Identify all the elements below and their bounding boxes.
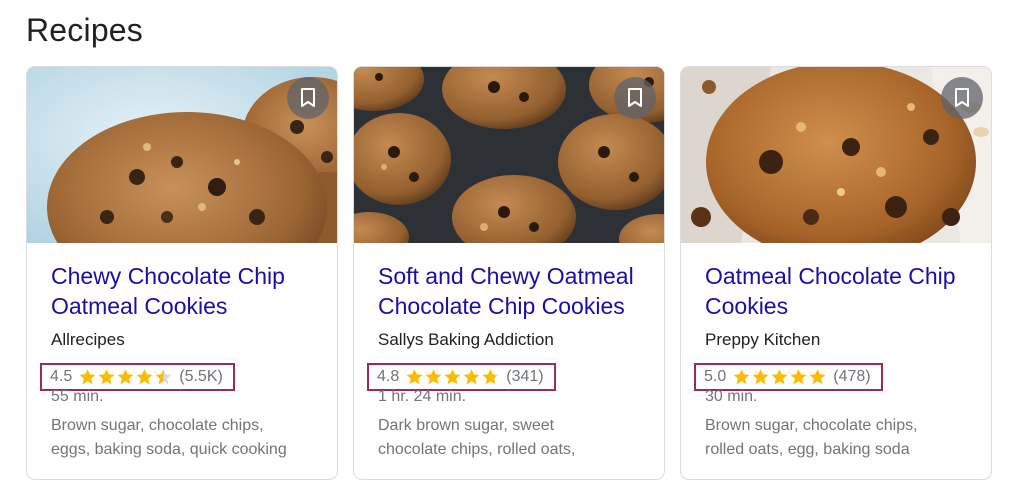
bookmark-icon — [301, 88, 315, 107]
star-icon — [752, 369, 769, 385]
ingredients-line: rolled oats, egg, baking soda — [705, 441, 910, 458]
recipe-title-line: Chewy Chocolate Chip — [51, 263, 285, 289]
recipe-cards: Chewy Chocolate Chip Oatmeal Cookies All… — [26, 66, 996, 480]
recipe-title-line: Soft and Chewy Oatmeal — [378, 263, 634, 289]
star-rating — [78, 368, 173, 386]
recipe-image[interactable] — [681, 67, 991, 243]
recipe-title-line: Oatmeal Cookies — [51, 293, 228, 319]
review-count: (478) — [833, 368, 871, 385]
ingredients: Brown sugar, chocolate chips, eggs, baki… — [51, 414, 321, 462]
recipe-card[interactable]: Soft and Chewy Oatmeal Chocolate Chip Co… — [353, 66, 665, 480]
star-rating — [405, 368, 500, 386]
star-icon — [733, 369, 750, 385]
star-icon — [771, 369, 788, 385]
rating-value: 5.0 — [704, 368, 727, 385]
recipe-title-link[interactable]: Oatmeal Chocolate Chip Cookies — [705, 261, 979, 321]
ingredients: Dark brown sugar, sweet chocolate chips,… — [378, 414, 648, 462]
star-icon — [406, 369, 423, 385]
rating-value: 4.5 — [50, 368, 73, 385]
rating-row: 4.8 (341) — [367, 363, 556, 391]
recipe-image[interactable] — [27, 67, 337, 243]
bookmark-button[interactable] — [941, 77, 983, 119]
star-icon — [98, 369, 115, 385]
recipe-title-link[interactable]: Soft and Chewy Oatmeal Chocolate Chip Co… — [378, 261, 652, 321]
recipe-title-line: Chocolate Chip Cookies — [378, 293, 625, 319]
review-count: (341) — [506, 368, 544, 385]
rating-row: 5.0 (478) — [694, 363, 883, 391]
bookmark-icon — [955, 88, 969, 107]
recipe-source: Sallys Baking Addiction — [378, 330, 554, 349]
star-icon — [117, 369, 134, 385]
recipe-title-line: Cookies — [705, 293, 789, 319]
star-icon — [463, 369, 480, 385]
star-icon — [790, 369, 807, 385]
review-count: (5.5K) — [179, 368, 223, 385]
ingredients-line: Brown sugar, chocolate chips, — [51, 417, 264, 434]
star-icon — [444, 369, 461, 385]
bookmark-icon — [628, 88, 642, 107]
star-icon — [155, 369, 172, 385]
ingredients-line: Brown sugar, chocolate chips, — [705, 417, 918, 434]
ingredients-line: chocolate chips, rolled oats, — [378, 441, 576, 458]
ingredients-line: eggs, baking soda, quick cooking — [51, 441, 287, 458]
star-icon — [809, 369, 826, 385]
star-icon — [136, 369, 153, 385]
ingredients: Brown sugar, chocolate chips, rolled oat… — [705, 414, 975, 462]
recipe-source: Preppy Kitchen — [705, 330, 821, 349]
recipe-title-link[interactable]: Chewy Chocolate Chip Oatmeal Cookies — [51, 261, 325, 321]
rating-value: 4.8 — [377, 368, 400, 385]
star-rating — [732, 368, 827, 386]
star-icon — [482, 369, 499, 385]
bookmark-button[interactable] — [614, 77, 656, 119]
recipe-card[interactable]: Chewy Chocolate Chip Oatmeal Cookies All… — [26, 66, 338, 480]
rating-row: 4.5 (5.5K) — [40, 363, 235, 391]
bookmark-button[interactable] — [287, 77, 329, 119]
recipe-title-line: Oatmeal Chocolate Chip — [705, 263, 956, 289]
section-title: Recipes — [26, 12, 144, 48]
star-icon — [425, 369, 442, 385]
ingredients-line: Dark brown sugar, sweet — [378, 417, 555, 434]
recipe-card[interactable]: Oatmeal Chocolate Chip Cookies Preppy Ki… — [680, 66, 992, 480]
star-icon — [79, 369, 96, 385]
recipe-source: Allrecipes — [51, 330, 125, 349]
recipe-image[interactable] — [354, 67, 664, 243]
